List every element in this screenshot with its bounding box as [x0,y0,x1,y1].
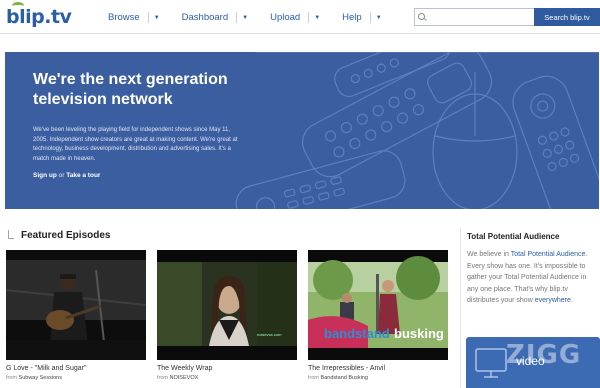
main-nav: Browse ▼ Dashboard ▼ Upload ▼ Help ▼ [108,12,404,23]
nav-separator [147,12,149,23]
hero-cta: Sign up or Take a tour [33,172,100,179]
return-arrow-icon [6,230,17,241]
nav-separator [308,12,310,23]
episode-source-name[interactable]: Subway Sessions [19,375,62,381]
nav-help[interactable]: Help ▼ [342,12,382,23]
thumbnail-watermark: noisevox.com [257,332,282,337]
everywhere-link[interactable]: everywhere [535,297,571,304]
signup-link[interactable]: Sign up [33,172,57,179]
search-bar: Search blip.tv [414,8,600,26]
hero-banner: We're the next generation television net… [5,52,599,209]
thumbnail-image-weekly-wrap [157,250,297,360]
search-input[interactable] [414,8,534,26]
chevron-down-icon[interactable]: ▼ [154,15,160,21]
nav-dashboard-label: Dashboard [181,12,229,23]
nav-separator [369,12,371,23]
nav-browse-label: Browse [108,12,140,23]
thumbnail-overlay-text-a: bandstand [324,326,390,341]
episode-source: from Subway Sessions [6,375,146,381]
search-icon [418,13,425,20]
episode-card[interactable]: bandstand busking The Irrepressibles - A… [308,250,448,381]
site-header: blip.tv Browse ▼ Dashboard ▼ Upload ▼ He… [0,0,600,34]
search-button[interactable]: Search blip.tv [534,8,600,26]
thumbnail-image-glove [6,250,146,360]
take-tour-link[interactable]: Take a tour [66,172,100,179]
episode-card[interactable]: noisevox.com The Weekly Wrap from NOISEV… [157,250,297,381]
episode-source-prefix: from [6,375,17,381]
episode-thumbnail[interactable] [6,250,146,360]
episode-card[interactable]: G Love - "Milk and Sugar" from Subway Se… [6,250,146,381]
episode-source-name[interactable]: NOISEVOX [170,375,199,381]
sidebar-title: Total Potential Audience [467,232,560,241]
cta-or-text: or [58,172,65,179]
thumbnail-image-bandstand [308,250,448,360]
nav-browse[interactable]: Browse ▼ [108,12,160,23]
sidebar-description: We believe in Total Potential Audience. … [467,249,599,307]
nav-upload[interactable]: Upload ▼ [270,12,320,23]
featured-title: Featured Episodes [21,230,111,241]
nav-upload-label: Upload [270,12,301,23]
episode-source-prefix: from [157,375,168,381]
episode-source-name[interactable]: Bandstand Busking [321,375,368,381]
nav-dashboard[interactable]: Dashboard ▼ [182,12,248,23]
episode-thumbnail[interactable]: bandstand busking [308,250,448,360]
sidebar-text: . [570,297,573,304]
watermark-text: ZIGG [506,340,582,370]
thumbnail-overlay-text-b: busking [394,326,444,341]
episode-title[interactable]: The Weekly Wrap [157,365,297,372]
sidebar-text: We believe in [467,251,511,258]
episode-source: from NOISEVOX [157,375,297,381]
chevron-down-icon[interactable]: ▼ [314,15,320,21]
nav-help-label: Help [342,12,362,23]
nav-separator [236,12,238,23]
hero-description: We've been leveling the playing field fo… [33,127,238,162]
episode-thumbnail[interactable]: noisevox.com [157,250,297,360]
featured-header: Featured Episodes [6,230,110,241]
episode-source: from Bandstand Busking [308,375,448,381]
total-audience-link[interactable]: Total Potential Audience [511,251,586,258]
chevron-down-icon[interactable]: ▼ [242,15,248,21]
hero-title: We're the next generation television net… [33,71,228,108]
site-logo[interactable]: blip.tv [6,6,72,28]
episode-title[interactable]: The Irrepressibles - Anvil [308,365,448,372]
episode-source-prefix: from [308,375,319,381]
episode-title[interactable]: G Love - "Milk and Sugar" [6,365,146,372]
chevron-down-icon[interactable]: ▼ [376,15,382,21]
